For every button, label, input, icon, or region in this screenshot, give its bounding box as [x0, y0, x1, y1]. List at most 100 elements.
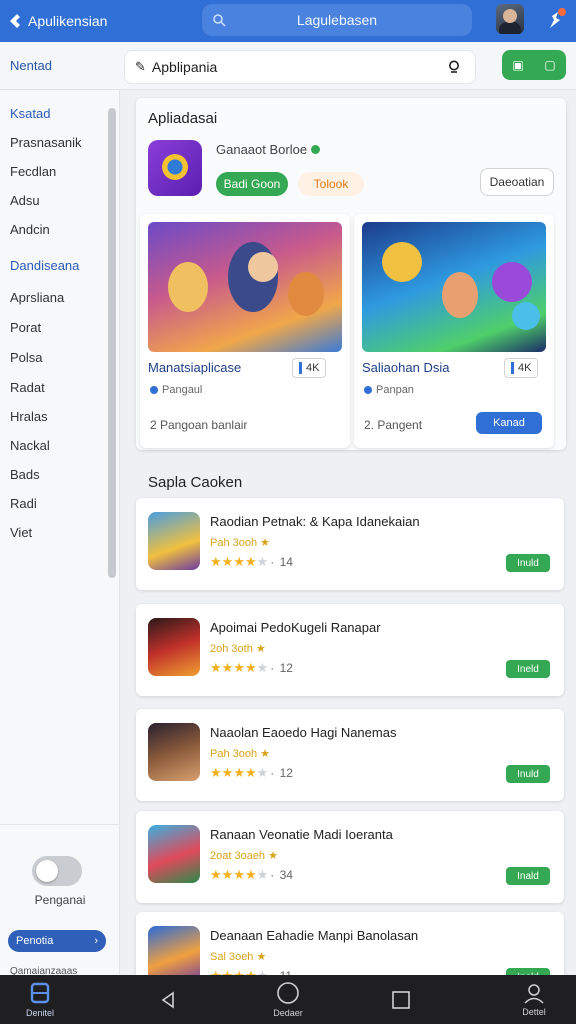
star-icon: ★: [221, 660, 234, 675]
sidebar-button[interactable]: Penotia ›: [8, 930, 106, 952]
square-icon: [392, 990, 410, 1009]
star-icon: ★: [210, 867, 222, 882]
sidebar-item[interactable]: Viet: [10, 525, 32, 540]
rating-count: 14: [279, 555, 293, 569]
star-icon: ★: [256, 867, 269, 882]
sidebar-item[interactable]: Aprsliana: [10, 290, 64, 305]
sidebar-item[interactable]: Ksatad: [10, 106, 50, 121]
sidebar-item[interactable]: Porat: [10, 320, 41, 335]
star-rating: ★★★★★ · 34: [210, 867, 293, 882]
search-input[interactable]: ✎ Apblipania: [124, 50, 476, 84]
app-thumbnail[interactable]: [148, 926, 200, 975]
verified-dot: [311, 145, 321, 154]
star-icon: ★: [245, 968, 257, 975]
rating-count: 12: [279, 766, 293, 780]
circle-icon: [277, 982, 299, 1004]
featured-app-name-text: Ganaaot Borloe: [216, 142, 308, 157]
app-thumbnail[interactable]: [148, 825, 200, 883]
list-item-subtitle: 2oat 3oaeh ★: [210, 850, 278, 862]
game-card[interactable]: Manatsiaplicase 4K Pangaul 2 Pangoan ban…: [140, 214, 350, 448]
game-artwork[interactable]: [148, 222, 342, 352]
sidebar-item[interactable]: Adsu: [10, 193, 40, 208]
sidebar-item[interactable]: Prasnasanik: [10, 135, 82, 150]
game-title: Manatsiaplicase: [148, 360, 242, 375]
install-button[interactable]: Ineld: [506, 660, 550, 678]
list-item-title: Raodian Petnak: & Kapa Idanekaian: [210, 514, 420, 529]
game-action-button[interactable]: Kanad: [476, 412, 542, 434]
install-button[interactable]: Inald: [506, 867, 550, 885]
list-item-title: Deanaan Eahadie Manpi Banolasan: [210, 928, 419, 943]
nav-recents[interactable]: [361, 975, 441, 1024]
nav-home-button[interactable]: Dedaer: [248, 975, 328, 1024]
nav-back[interactable]: [128, 975, 208, 1024]
list-item-subtitle: Sal 3oeh ★: [210, 951, 267, 963]
settings-toggle[interactable]: [32, 856, 82, 886]
star-icon: ★: [256, 554, 269, 569]
chat-icon[interactable]: ▢: [544, 58, 555, 72]
nav-home[interactable]: Denitel: [0, 975, 80, 1024]
star-icon: ★: [244, 660, 257, 675]
app-thumbnail[interactable]: [148, 618, 200, 676]
list-section-title: Sapla Caoken: [148, 474, 243, 491]
sidebar-item[interactable]: Radi: [10, 496, 37, 511]
featured-app-icon[interactable]: [148, 140, 202, 196]
sidebar-button-label: Penotia: [16, 935, 54, 947]
featured-title: Apliadasai: [148, 110, 218, 127]
window-icon[interactable]: ▣: [512, 58, 523, 72]
sidebar-item[interactable]: Fecdlan: [10, 164, 56, 179]
sidebar-item[interactable]: Hralas: [10, 409, 48, 424]
game-card[interactable]: Saliaohan Dsia 4K Panpan 2. Pangent Kana…: [354, 214, 554, 448]
install-button[interactable]: Inuld: [506, 765, 550, 783]
install-button[interactable]: Badi Goon: [216, 172, 288, 196]
search-icon[interactable]: [447, 59, 463, 75]
secondary-button[interactable]: Tolook: [298, 172, 364, 196]
star-rating: ★★★★★ · 12: [210, 765, 293, 780]
list-item[interactable]: Ranaan Veonatie Madi Ioeranta 2oat 3oaeh …: [136, 811, 564, 903]
back-icon: [161, 990, 174, 1009]
sidebar-scrollbar[interactable]: [108, 108, 116, 578]
install-button[interactable]: Inald: [506, 968, 550, 975]
list-item[interactable]: Raodian Petnak: & Kapa Idanekaian Pah 3oo…: [136, 498, 564, 590]
star-icon: ★: [233, 660, 245, 675]
star-icon: ★: [233, 968, 245, 975]
section-label[interactable]: Nentad: [10, 58, 52, 73]
install-button[interactable]: Inuld: [506, 554, 550, 572]
outline-button[interactable]: Daeoatian: [480, 168, 554, 196]
game-subtitle: Panpan: [364, 384, 414, 396]
avatar[interactable]: [496, 4, 524, 34]
nav-profile[interactable]: Dettel: [494, 975, 574, 1024]
app-thumbnail[interactable]: [148, 723, 200, 781]
sidebar-item[interactable]: Nackal: [10, 438, 50, 453]
action-pill[interactable]: ▣ ▢: [502, 50, 566, 80]
game-subtitle: Pangaul: [150, 384, 202, 396]
app-title: Apulikensian: [28, 13, 108, 29]
sidebar-item[interactable]: Andcin: [10, 222, 50, 237]
star-icon: ★: [210, 968, 222, 975]
search-value: Apblipania: [151, 59, 218, 75]
list-item[interactable]: Naaolan Eaoedo Hagi Nanemas Pah 3ooh ★ ★★★…: [136, 709, 564, 801]
sub-toolbar: Nentad ✎ Apblipania ▣ ▢: [0, 42, 576, 90]
list-item[interactable]: Deanaan Eahadie Manpi Banolasan Sal 3oeh …: [136, 912, 564, 975]
star-icon: ★: [256, 765, 269, 780]
nav-home-label: Denitel: [25, 1008, 54, 1018]
game-artwork[interactable]: [362, 222, 546, 352]
top-search-text: Lagulebasen: [296, 12, 378, 28]
sidebar-item[interactable]: Radat: [10, 380, 45, 395]
star-icon: ★: [210, 765, 222, 780]
sidebar-item[interactable]: Bads: [10, 467, 40, 482]
sidebar-item[interactable]: Polsa: [10, 350, 43, 365]
home-icon: [30, 982, 50, 1004]
sidebar-item[interactable]: Dandiseana: [10, 258, 79, 273]
star-icon: ★: [221, 867, 234, 882]
game-title: Saliaohan Dsia: [362, 360, 450, 375]
chevron-right-icon: ›: [94, 935, 98, 947]
list-item[interactable]: Apoimai PedoKugeli Ranapar 2oh 3oth ★ ★★★★…: [136, 604, 564, 696]
list-item-subtitle: Pah 3ooh ★: [210, 748, 271, 760]
app-logo[interactable]: Apulikensian: [0, 13, 180, 29]
notification-icon[interactable]: [542, 6, 568, 34]
sidebar: Ksatad Prasnasanik Fecdlan Adsu Andcin Dandis…: [0, 90, 120, 977]
app-thumbnail[interactable]: [148, 512, 200, 570]
list-item-title: Naaolan Eaoedo Hagi Nanemas: [210, 725, 397, 740]
featured-app-name: Ganaaot Borloe: [216, 142, 321, 157]
top-search-bar[interactable]: Lagulebasen: [202, 4, 472, 36]
